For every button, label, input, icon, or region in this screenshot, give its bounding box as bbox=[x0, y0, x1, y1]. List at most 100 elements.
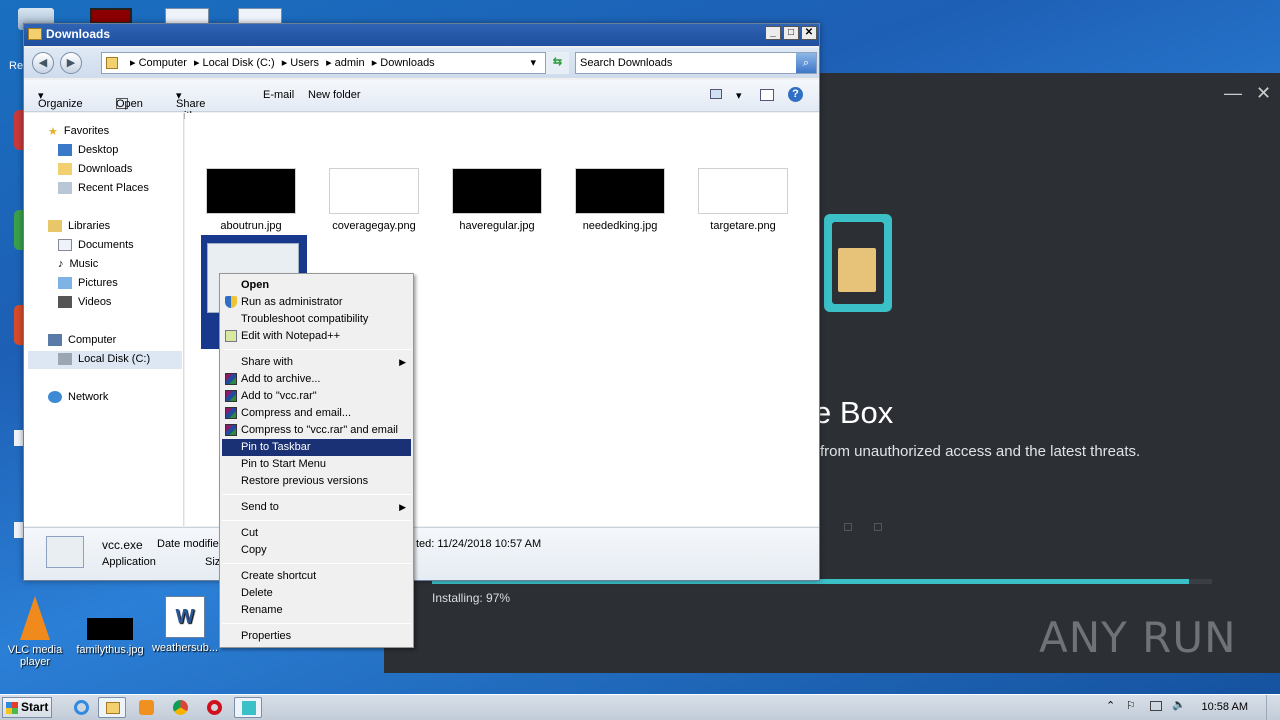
close-icon[interactable]: ✕ bbox=[1256, 83, 1271, 104]
details-pane: vcc.exe Application Date modifie Siz ted… bbox=[24, 527, 819, 580]
menu-item-pin-to-start[interactable]: Pin to Start Menu bbox=[222, 456, 411, 473]
maximize-button[interactable]: □ bbox=[783, 26, 799, 40]
nav-libraries[interactable]: Libraries bbox=[48, 220, 110, 233]
nav-local-disk[interactable]: Local Disk (C:) bbox=[28, 351, 182, 369]
preview-pane-icon[interactable] bbox=[760, 89, 774, 101]
nav-videos[interactable]: Videos bbox=[58, 296, 111, 309]
nav-music[interactable]: ♪ Music bbox=[58, 258, 98, 270]
explorer-titlebar[interactable]: Downloads _ □ ✕ bbox=[24, 24, 819, 46]
libraries-icon bbox=[48, 220, 62, 233]
action-center-flag-icon[interactable]: ⚐ bbox=[1126, 699, 1136, 712]
anyrun-watermark: ANY RUN bbox=[1039, 613, 1237, 662]
menu-item-edit-notepadpp[interactable]: Edit with Notepad++ bbox=[222, 328, 411, 345]
file-name: haveregular.jpg bbox=[459, 220, 535, 232]
breadcrumb-local-disk[interactable]: Local Disk (C:) bbox=[203, 57, 275, 69]
file-item[interactable]: neededking.jpg bbox=[574, 168, 666, 232]
menu-item-delete[interactable]: Delete bbox=[222, 585, 411, 602]
image-thumbnail bbox=[575, 168, 665, 214]
new-folder-button[interactable]: New folder bbox=[308, 89, 361, 101]
vlc-cone-icon bbox=[20, 596, 50, 640]
nav-downloads[interactable]: Downloads bbox=[58, 163, 132, 176]
document-icon[interactable] bbox=[165, 8, 209, 24]
search-input[interactable]: Search Downloads ⌕ bbox=[575, 52, 817, 74]
taskbar-media-player-icon[interactable] bbox=[132, 697, 160, 718]
menu-item-open[interactable]: Open bbox=[222, 277, 411, 294]
document-icon[interactable] bbox=[238, 8, 282, 24]
menu-item-add-to-archive[interactable]: Add to archive... bbox=[222, 371, 411, 388]
breadcrumb-separator: ▸ bbox=[193, 57, 203, 69]
desktop-icon-weathersub[interactable]: W weathersub... bbox=[150, 596, 220, 654]
app-red-icon[interactable] bbox=[90, 8, 132, 24]
file-item[interactable]: coveragegay.png bbox=[328, 168, 420, 232]
search-icon[interactable]: ⌕ bbox=[796, 53, 816, 73]
forward-button[interactable]: ▶ bbox=[60, 52, 82, 74]
nav-recent-places[interactable]: Recent Places bbox=[58, 182, 149, 195]
image-thumbnail bbox=[206, 168, 296, 214]
desktop-icon-vlc[interactable]: VLC media player bbox=[0, 596, 70, 668]
refresh-button[interactable]: ⇆ bbox=[545, 52, 569, 74]
desktop-icon-familythus[interactable]: familythus.jpg bbox=[75, 596, 145, 656]
system-tray: ⌃ ⚐ 🔈 10:58 AM bbox=[1100, 695, 1280, 720]
menu-item-cut[interactable]: Cut bbox=[222, 525, 411, 542]
taskbar-chrome-icon[interactable] bbox=[166, 697, 194, 718]
nav-computer[interactable]: Computer bbox=[48, 334, 116, 347]
context-menu: Open Run as administrator Troubleshoot c… bbox=[219, 273, 414, 648]
menu-item-rename[interactable]: Rename bbox=[222, 602, 411, 619]
taskbar-ie-icon[interactable] bbox=[68, 697, 96, 718]
help-icon[interactable]: ? bbox=[788, 87, 803, 102]
menu-item-send-to[interactable]: Send to ▶ bbox=[222, 499, 411, 516]
show-hidden-icons-icon[interactable]: ⌃ bbox=[1106, 699, 1115, 712]
menu-item-compress-vcc-email[interactable]: Compress to "vcc.rar" and email bbox=[222, 422, 411, 439]
carousel-dot[interactable] bbox=[844, 523, 852, 531]
file-item[interactable]: haveregular.jpg bbox=[451, 168, 543, 232]
email-button[interactable]: E-mail bbox=[263, 89, 294, 101]
share-with-button[interactable]: Share with ▾ bbox=[176, 89, 205, 122]
breadcrumb-separator: ▸ bbox=[281, 57, 291, 69]
taskbar-installer-icon[interactable] bbox=[234, 697, 262, 718]
nav-documents[interactable]: Documents bbox=[58, 239, 134, 252]
minimize-icon[interactable]: — bbox=[1224, 83, 1242, 104]
menu-item-add-to-vcc-rar[interactable]: Add to "vcc.rar" bbox=[222, 388, 411, 405]
address-row: ◀ ▶ ▸ Computer ▸ Local Disk (C:) ▸ Users… bbox=[24, 48, 819, 78]
nav-pictures[interactable]: Pictures bbox=[58, 277, 118, 290]
back-button[interactable]: ◀ bbox=[32, 52, 54, 74]
menu-item-run-as-admin[interactable]: Run as administrator bbox=[222, 294, 411, 311]
menu-item-properties[interactable]: Properties bbox=[222, 628, 411, 645]
file-item[interactable]: aboutrun.jpg bbox=[205, 168, 297, 232]
menu-item-pin-to-taskbar[interactable]: Pin to Taskbar bbox=[222, 439, 411, 456]
taskbar-clock[interactable]: 10:58 AM bbox=[1202, 701, 1248, 713]
file-name: targetare.png bbox=[710, 220, 776, 232]
view-options-icon[interactable] bbox=[710, 89, 722, 99]
address-bar[interactable]: ▸ Computer ▸ Local Disk (C:) ▸ Users ▸ a… bbox=[101, 52, 569, 74]
menu-item-troubleshoot[interactable]: Troubleshoot compatibility bbox=[222, 311, 411, 328]
network-icon[interactable] bbox=[1150, 701, 1162, 711]
star-icon: ★ bbox=[48, 126, 58, 139]
desktop-icon bbox=[58, 144, 72, 157]
taskbar-opera-icon[interactable] bbox=[200, 697, 228, 718]
volume-icon[interactable]: 🔈 bbox=[1172, 698, 1186, 711]
taskbar-explorer-icon[interactable] bbox=[98, 697, 126, 718]
organize-button[interactable]: Organize ▾ bbox=[38, 89, 83, 110]
chevron-down-icon[interactable]: ▾ bbox=[736, 89, 742, 102]
show-desktop-button[interactable] bbox=[1266, 695, 1280, 720]
close-button[interactable]: ✕ bbox=[801, 26, 817, 40]
file-item[interactable]: targetare.png bbox=[697, 168, 789, 232]
breadcrumb-admin[interactable]: admin bbox=[335, 57, 365, 69]
winrar-icon bbox=[225, 407, 237, 419]
nav-desktop[interactable]: Desktop bbox=[58, 144, 118, 157]
menu-item-create-shortcut[interactable]: Create shortcut bbox=[222, 568, 411, 585]
breadcrumb-computer[interactable]: Computer bbox=[139, 57, 187, 69]
carousel-dot[interactable] bbox=[874, 523, 882, 531]
nav-favorites[interactable]: ★ Favorites bbox=[48, 125, 109, 139]
nav-network[interactable]: Network bbox=[48, 391, 108, 404]
chevron-down-icon[interactable]: ▾ bbox=[530, 53, 536, 73]
breadcrumb-users[interactable]: Users bbox=[290, 57, 319, 69]
menu-item-share-with[interactable]: Share with ▶ bbox=[222, 354, 411, 371]
breadcrumb-downloads[interactable]: Downloads bbox=[380, 57, 434, 69]
menu-item-restore-versions[interactable]: Restore previous versions bbox=[222, 473, 411, 490]
details-thumbnail bbox=[46, 536, 84, 568]
start-button[interactable]: Start bbox=[2, 697, 52, 718]
menu-item-copy[interactable]: Copy bbox=[222, 542, 411, 559]
menu-item-compress-email[interactable]: Compress and email... bbox=[222, 405, 411, 422]
minimize-button[interactable]: _ bbox=[765, 26, 781, 40]
